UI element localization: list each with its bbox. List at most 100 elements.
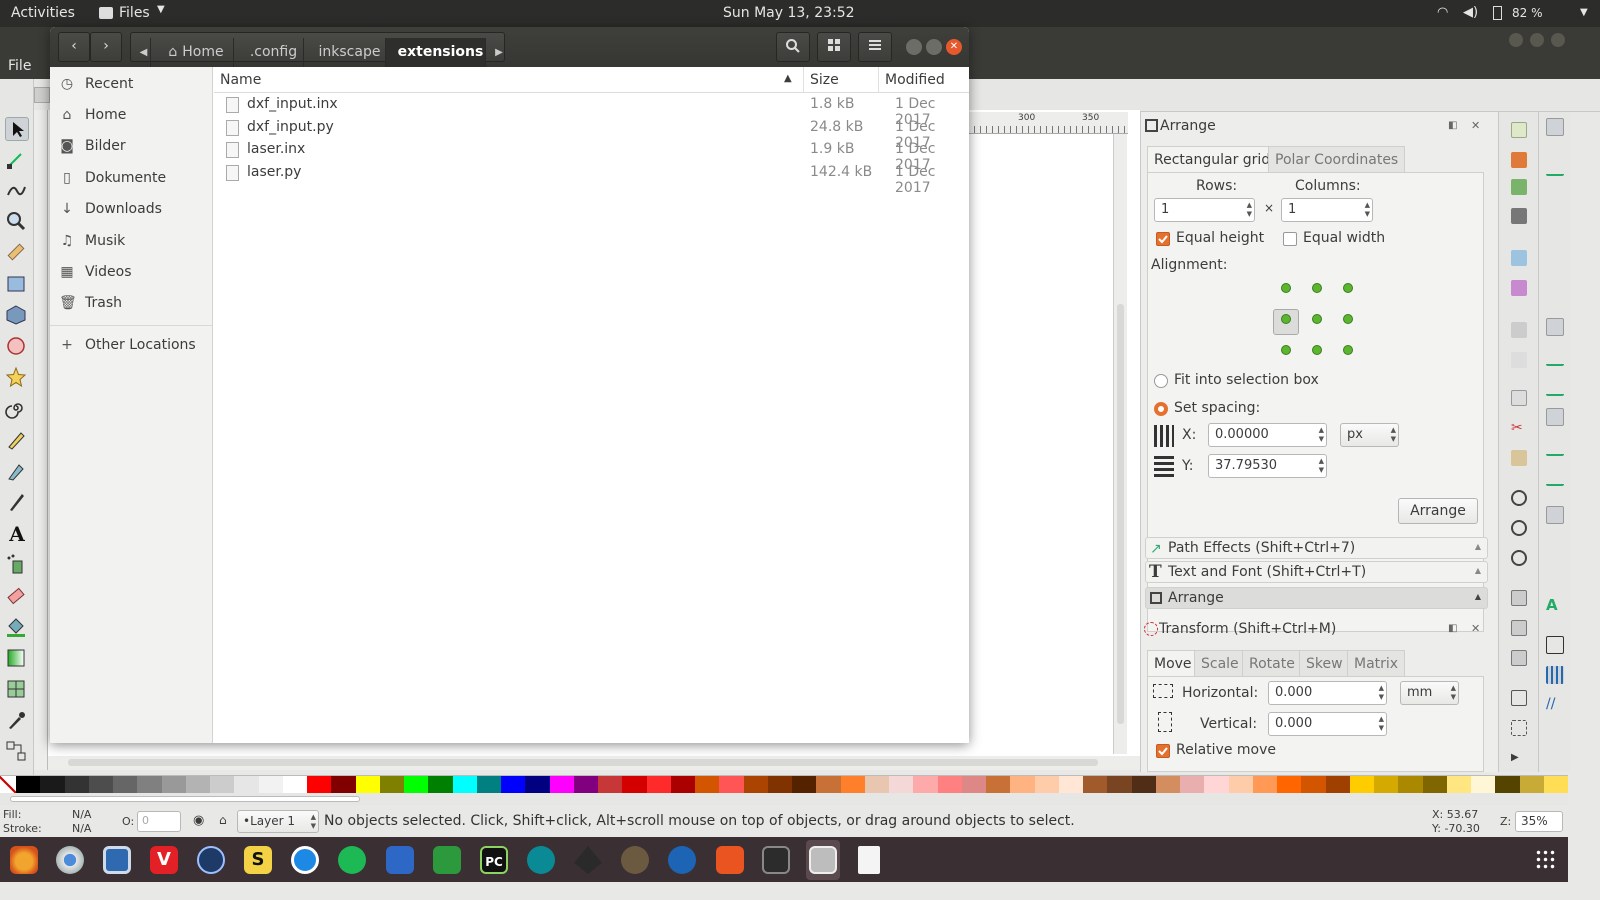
color-swatch[interactable]	[646, 776, 671, 794]
volume-icon[interactable]: ◀)	[1463, 5, 1478, 20]
node-tool-icon[interactable]	[5, 148, 29, 172]
align-middle-center[interactable]	[1312, 314, 1322, 324]
rows-spinner-icon[interactable]: ▲ ▼	[1247, 201, 1252, 219]
close-panel-icon[interactable]: ✕	[1471, 119, 1480, 132]
color-swatch[interactable]	[185, 776, 210, 794]
snap-bbox-icon[interactable]	[1546, 158, 1564, 176]
unlink-clone-icon[interactable]	[1511, 650, 1527, 666]
y-spacing-input[interactable]: 37.79530 ▲ ▼	[1208, 454, 1327, 478]
path-effects-panel[interactable]: ↗ Path Effects (Shift+Ctrl+7) ▲	[1145, 537, 1488, 559]
group-icon[interactable]	[1511, 690, 1527, 706]
forward-button[interactable]: ›	[90, 32, 122, 62]
sidebar-item-videos[interactable]: ▦ Videos	[50, 258, 212, 288]
lock-icon[interactable]: ⌂	[219, 813, 227, 827]
color-swatch[interactable]	[1325, 776, 1350, 794]
system-menu-chevron-icon[interactable]: ▼	[1580, 7, 1588, 18]
color-swatch[interactable]	[767, 776, 792, 794]
layer-chevron-icon[interactable]: ▲ ▼	[311, 813, 316, 831]
color-swatch[interactable]	[1228, 776, 1253, 794]
snap-enable-icon[interactable]	[1546, 118, 1564, 136]
columns-spinner-icon[interactable]: ▲ ▼	[1365, 201, 1370, 219]
unit-select[interactable]: px ▲ ▼	[1340, 423, 1399, 447]
snap-guide-icon[interactable]: //	[1546, 696, 1564, 714]
color-swatch[interactable]	[476, 776, 501, 794]
editor-icon[interactable]	[668, 846, 696, 874]
copy-icon[interactable]	[1511, 390, 1527, 406]
color-swatch[interactable]	[210, 776, 235, 794]
crumb-extensions[interactable]: extensions	[386, 38, 486, 68]
color-swatch[interactable]	[1398, 776, 1423, 794]
expand-icon[interactable]: ▲	[1475, 566, 1481, 575]
calligraphy-tool-icon[interactable]	[5, 491, 29, 515]
chromium-icon[interactable]	[56, 846, 84, 874]
snap-text-baseline-icon[interactable]: A	[1546, 596, 1564, 614]
snap-center-icon[interactable]	[1546, 536, 1564, 554]
snap-path-icon[interactable]	[1546, 348, 1564, 366]
zoom-drawing-icon[interactable]	[1511, 520, 1527, 536]
vertical-input[interactable]: 0.000 ▲ ▼	[1268, 712, 1387, 736]
sidebar-item-home[interactable]: ⌂ Home	[50, 101, 212, 131]
color-swatch[interactable]	[1034, 776, 1059, 794]
color-swatch[interactable]	[161, 776, 186, 794]
import-bitmap-icon[interactable]	[1511, 250, 1527, 266]
table-row[interactable]: laser.inx 1.9 kB 1 Dec 2017	[214, 139, 969, 173]
arduino-icon[interactable]	[527, 846, 555, 874]
thunderbird-icon[interactable]	[197, 846, 225, 874]
arrange-button[interactable]: Arrange	[1398, 498, 1478, 524]
snap-midpoint-icon[interactable]	[1546, 468, 1564, 486]
color-swatch[interactable]	[258, 776, 283, 794]
color-swatch[interactable]	[1204, 776, 1229, 794]
color-swatch[interactable]	[986, 776, 1011, 794]
color-swatch[interactable]	[549, 776, 574, 794]
import-icon[interactable]	[1511, 179, 1527, 195]
spray-tool-icon[interactable]	[5, 553, 29, 577]
align-bottom-center[interactable]	[1312, 345, 1322, 355]
vertical-scroll-thumb[interactable]	[1117, 304, 1124, 724]
equal-width-checkbox[interactable]	[1283, 232, 1297, 246]
align-top-center[interactable]	[1312, 283, 1322, 293]
tab-polar-coordinates[interactable]: Polar Coordinates	[1268, 146, 1406, 172]
inkscape-maximize-button[interactable]	[1530, 33, 1544, 47]
tab-matrix[interactable]: Matrix	[1347, 650, 1406, 676]
color-swatch[interactable]	[1252, 776, 1277, 794]
pencil-tool-icon[interactable]	[5, 429, 29, 453]
mesh-tool-icon[interactable]	[5, 678, 29, 702]
color-swatch[interactable]	[1349, 776, 1374, 794]
color-swatch[interactable]	[1471, 776, 1496, 794]
columns-input[interactable]: 1 ▲ ▼	[1281, 198, 1373, 222]
snap-others-icon[interactable]	[1546, 506, 1564, 524]
snap-bbox-corner-icon[interactable]	[1546, 222, 1564, 240]
3d-box-tool-icon[interactable]	[5, 304, 29, 328]
palette-scroll-thumb[interactable]	[10, 796, 360, 802]
search-button[interactable]	[776, 32, 810, 62]
measure-tool-icon[interactable]	[5, 241, 29, 265]
eraser-tool-icon[interactable]	[5, 585, 29, 609]
snap-smooth-icon[interactable]	[1546, 438, 1564, 456]
color-swatch[interactable]	[1058, 776, 1083, 794]
snap-grid-icon[interactable]	[1546, 666, 1564, 684]
align-bottom-right[interactable]	[1343, 345, 1353, 355]
color-swatch[interactable]	[88, 776, 113, 794]
crumb-inkscape[interactable]: inkscape	[304, 38, 386, 68]
tab-move[interactable]: Move	[1147, 650, 1199, 676]
export-icon[interactable]	[1511, 280, 1527, 296]
color-swatch[interactable]	[1446, 776, 1471, 794]
snap-nodes-icon[interactable]	[1546, 318, 1564, 336]
more-chevron-icon[interactable]: ▶	[1511, 752, 1527, 768]
rectangle-tool-icon[interactable]	[5, 273, 29, 297]
undo-icon[interactable]	[1511, 322, 1527, 338]
sidebar-item-dokumente[interactable]: ▯ Dokumente	[50, 164, 212, 194]
gradient-tool-icon[interactable]	[5, 647, 29, 671]
color-swatch[interactable]	[816, 776, 841, 794]
star-tool-icon[interactable]	[5, 366, 29, 390]
sidebar-item-musik[interactable]: ♫ Musik	[50, 227, 212, 257]
color-swatch[interactable]	[1277, 776, 1302, 794]
redo-icon[interactable]	[1511, 352, 1527, 368]
minimize-button[interactable]	[906, 39, 922, 55]
ellipse-tool-icon[interactable]	[5, 335, 29, 359]
color-palette[interactable]	[0, 775, 1568, 794]
color-swatch[interactable]	[1083, 776, 1108, 794]
color-swatch[interactable]	[113, 776, 138, 794]
color-swatch[interactable]	[743, 776, 768, 794]
color-swatch[interactable]	[792, 776, 817, 794]
